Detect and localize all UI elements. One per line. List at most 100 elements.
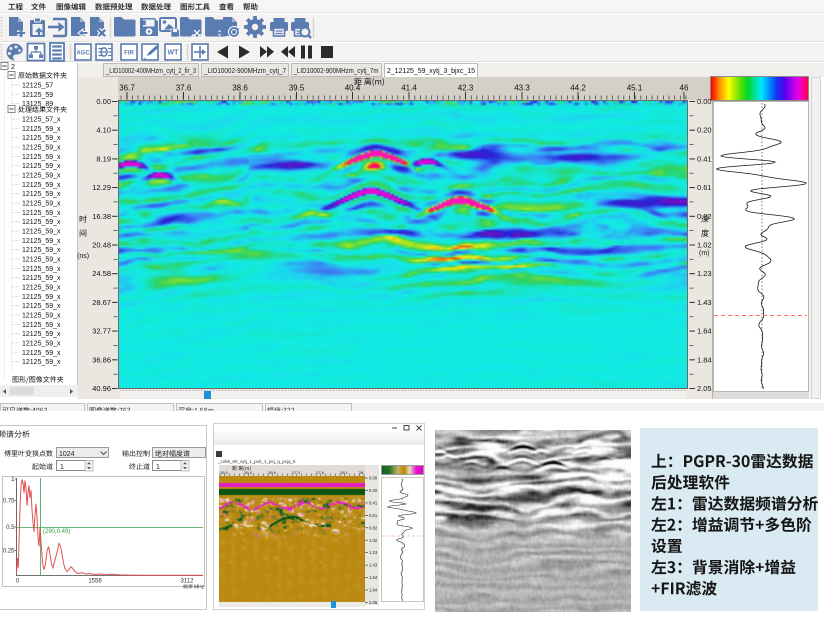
svg-text:1.84: 1.84 [697,355,712,364]
svg-text:32.77: 32.77 [92,327,111,336]
svg-text:12125_59_x: 12125_59_x [22,266,61,273]
svg-text:12125_59_x: 12125_59_x [22,154,61,161]
svg-text:36.7: 36.7 [119,84,135,93]
svg-text:40.4: 40.4 [345,84,361,93]
svg-text:1.64: 1.64 [697,327,712,336]
svg-text:0.25: 0.25 [3,549,15,555]
svg-text:_cvb5_60_xytj_1_pcb_1_pcj_q_pc: _cvb5_60_xytj_1_pcb_1_pcj_q_pcjq_5 [217,459,296,464]
svg-text:26.0: 26.0 [220,470,229,475]
svg-text:_LID10002-400MHzm_cytj_2_fir_3: _LID10002-400MHzm_cytj_2_fir_3 [105,68,196,75]
svg-text:1.43: 1.43 [369,563,378,568]
svg-text:12125_59_x: 12125_59_x [22,322,61,329]
svg-text:26.4: 26.4 [244,470,253,475]
svg-text:12125_59_x: 12125_59_x [22,340,61,347]
svg-text:0.75: 0.75 [3,499,15,505]
svg-text:12125_59_x: 12125_59_x [22,238,61,245]
svg-text:39.5: 39.5 [289,84,305,93]
svg-text:1: 1 [60,464,64,471]
svg-text:0.00: 0.00 [697,97,712,106]
svg-text:12125_59_x: 12125_59_x [22,126,61,133]
svg-text:0.82: 0.82 [369,525,378,530]
svg-text:WT: WT [168,49,180,56]
svg-text:28: 28 [359,470,364,475]
svg-text:0.61: 0.61 [369,513,378,518]
svg-text:1.64: 1.64 [369,575,378,580]
svg-text:0.41: 0.41 [697,154,712,163]
svg-text:27.8: 27.8 [316,470,325,475]
svg-text:12125_59_x: 12125_59_x [22,173,61,180]
svg-text:_LID10002-900MHzm_cytj_7m: _LID10002-900MHzm_cytj_7m [293,68,379,75]
svg-text:12125_59_x: 12125_59_x [22,284,61,291]
svg-text:1.02: 1.02 [697,241,712,250]
svg-text:12.29: 12.29 [92,183,111,192]
svg-text:FIR: FIR [124,50,134,56]
svg-text:2: 2 [11,64,15,71]
svg-text:2.05: 2.05 [369,600,378,605]
svg-text:12125_59_x: 12125_59_x [22,145,61,152]
svg-text:20.48: 20.48 [92,241,111,250]
svg-text:_LID10002-900MHzm_cytj_7: _LID10002-900MHzm_cytj_7 [203,68,286,75]
svg-text:AGC: AGC [76,50,90,56]
svg-text:0.00: 0.00 [96,97,111,106]
svg-text:38.6: 38.6 [232,84,248,93]
svg-text:12125_57: 12125_57 [22,83,53,90]
svg-text:12125_59_x: 12125_59_x [22,312,61,319]
svg-text:37.6: 37.6 [176,84,192,93]
svg-text:42.3: 42.3 [458,84,474,93]
svg-text:46: 46 [680,84,689,93]
svg-text:40.96: 40.96 [92,384,111,393]
svg-text:12125_59_x: 12125_59_x [22,229,61,236]
svg-text:12125_59_x: 12125_59_x [22,350,61,357]
svg-text:0.5: 0.5 [6,525,15,531]
svg-text:4.10: 4.10 [96,126,111,135]
svg-text:27.3: 27.3 [292,470,301,475]
svg-text:(m): (m) [699,250,710,257]
svg-text:12125_59_x: 12125_59_x [22,191,61,198]
svg-text:0.00: 0.00 [369,476,378,481]
svg-text:28.67: 28.67 [92,298,111,307]
svg-text:0.61: 0.61 [697,183,712,192]
svg-text:12125_57_x: 12125_57_x [22,117,61,124]
svg-text:12125_59_x: 12125_59_x [22,182,61,189]
svg-text:1: 1 [156,464,160,471]
svg-text:1.23: 1.23 [369,550,378,555]
svg-text:12125_59_x: 12125_59_x [22,210,61,217]
svg-text:12125_59: 12125_59 [22,92,53,99]
svg-text:0.20: 0.20 [697,126,712,135]
svg-text:12125_59_x: 12125_59_x [22,275,61,282]
svg-text:43.3: 43.3 [514,84,530,93]
svg-text:3112: 3112 [181,579,195,585]
svg-text:12125_59_x: 12125_59_x [22,135,61,142]
svg-text:MHz: MHz [194,585,205,591]
svg-text:26.9: 26.9 [268,470,277,475]
svg-text:12125_59_x: 12125_59_x [22,294,61,301]
svg-text:12125_59_x: 12125_59_x [22,247,61,254]
svg-text:1024: 1024 [59,451,75,458]
svg-text:12125_59_x: 12125_59_x [22,256,61,263]
svg-text:0: 0 [16,579,20,585]
svg-text:0.20: 0.20 [369,488,378,493]
svg-text:45.1: 45.1 [627,84,643,93]
svg-text:(290,0.49): (290,0.49) [43,529,70,535]
svg-text:12125_59_x: 12125_59_x [22,331,61,338]
svg-text:41.4: 41.4 [401,84,417,93]
svg-text:16.38: 16.38 [92,212,111,221]
svg-text:12125_59_x: 12125_59_x [22,163,61,170]
svg-text:1556: 1556 [88,579,102,585]
svg-text:0.41: 0.41 [369,500,378,505]
svg-text:12125_59_x: 12125_59_x [22,201,61,208]
svg-text:(ns): (ns) [77,253,89,260]
svg-text:1.02: 1.02 [369,538,378,543]
svg-text:1.84: 1.84 [369,588,378,593]
svg-text:2_12125_59_xytj_3_bjxc_15: 2_12125_59_xytj_3_bjxc_15 [387,68,475,75]
svg-text:1: 1 [11,477,15,483]
svg-text:2.05: 2.05 [697,384,712,393]
svg-text:44.2: 44.2 [570,84,586,93]
svg-text:8.19: 8.19 [96,154,111,163]
svg-text:12125_59_x: 12125_59_x [22,359,61,366]
svg-text:1.23: 1.23 [697,269,712,278]
svg-text:1.43: 1.43 [697,298,712,307]
svg-text:24.58: 24.58 [92,269,111,278]
svg-text:36.86: 36.86 [92,355,111,364]
svg-text:28.1: 28.1 [340,470,349,475]
